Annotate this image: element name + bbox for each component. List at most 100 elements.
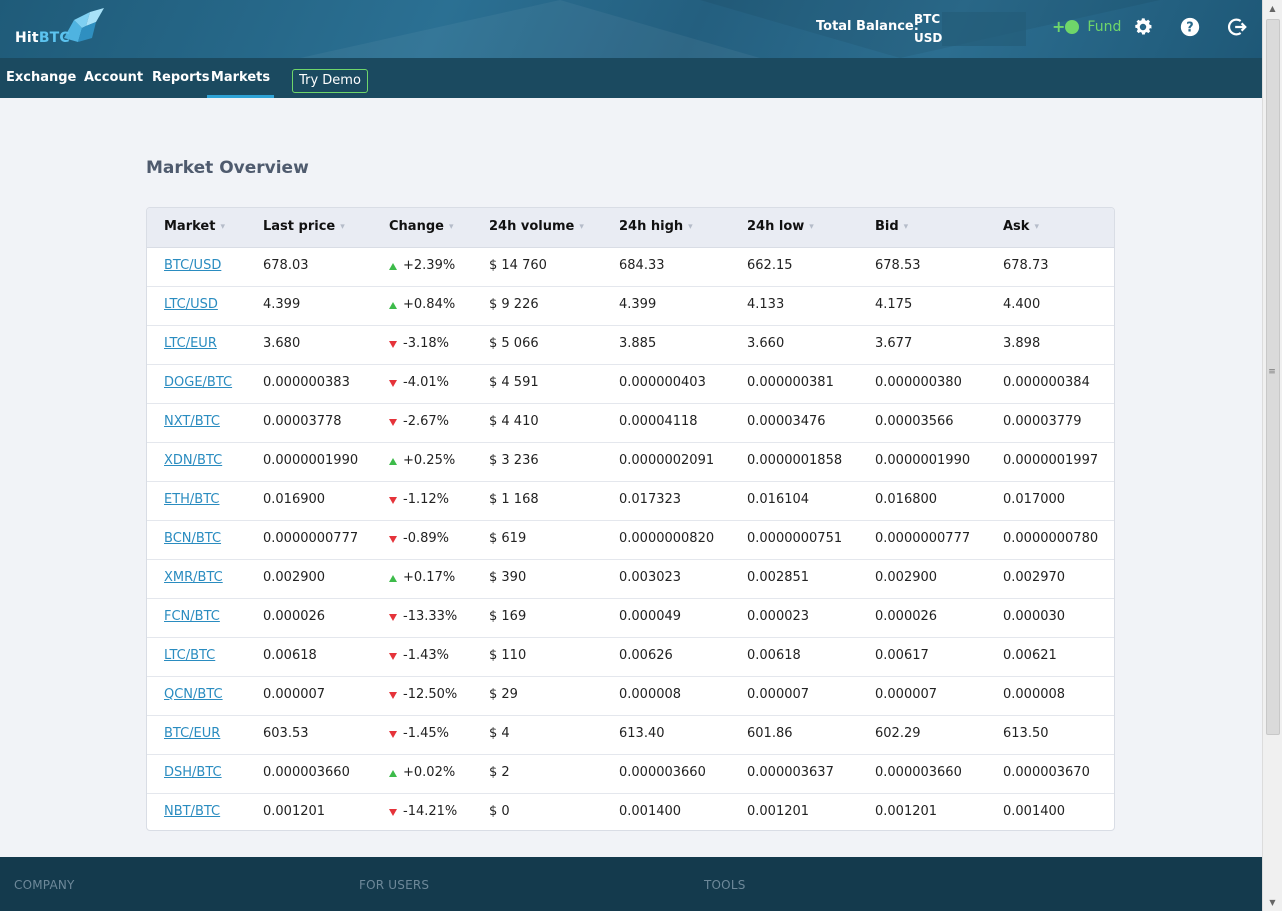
try-demo-button[interactable]: Try Demo (292, 69, 368, 93)
change-value: -14.21% (403, 804, 458, 819)
nav-reports[interactable]: Reports (152, 58, 209, 98)
cell-market[interactable]: BTC/USD (164, 247, 221, 285)
column-header-bid[interactable]: Bid ▾ (875, 208, 908, 247)
column-header-low[interactable]: 24h low ▾ (747, 208, 814, 247)
table-header: Market ▾ Last price ▾ Change ▾ 24h volume ▾ 24h … (147, 208, 1114, 248)
cell-market[interactable]: ETH/BTC (164, 481, 220, 519)
arrow-down-icon (389, 341, 397, 348)
cell-ask: 0.017000 (1003, 492, 1066, 507)
chevron-down-icon: ▾ (688, 222, 693, 232)
change-value: -0.89% (403, 531, 449, 546)
column-header-volume[interactable]: 24h volume ▾ (489, 208, 584, 247)
logo[interactable]: HitBTC (15, 30, 70, 46)
cell-change: -12.50% (389, 676, 457, 714)
cell-market[interactable]: XMR/BTC (164, 559, 223, 597)
column-header-change[interactable]: Change ▾ (389, 208, 453, 247)
cell-market[interactable]: BCN/BTC (164, 520, 221, 558)
scroll-down-icon[interactable]: ▼ (1263, 894, 1282, 911)
fund-label: Fund (1087, 19, 1122, 35)
nav-account[interactable]: Account (84, 58, 143, 98)
cell-high: 0.0000002091 (619, 453, 715, 468)
change-value: -3.18% (403, 336, 449, 351)
chevron-down-icon: ▾ (220, 222, 225, 232)
footer: COMPANY FOR USERS TOOLS (0, 857, 1262, 911)
arrow-up-icon (389, 458, 397, 465)
cell-ask: 0.0000001997 (1003, 453, 1099, 468)
cell-low: 0.000007 (747, 687, 810, 702)
change-value: -4.01% (403, 375, 449, 390)
cell-low: 0.0000000751 (747, 531, 843, 546)
change-value: +0.84% (403, 297, 456, 312)
cell-ask: 678.73 (1003, 258, 1049, 273)
nav-markets[interactable]: Markets (207, 58, 274, 98)
cell-market[interactable]: DOGE/BTC (164, 364, 232, 402)
cell-market[interactable]: NXT/BTC (164, 403, 220, 441)
column-header-high[interactable]: 24h high ▾ (619, 208, 693, 247)
cell-bid: 0.00617 (875, 648, 929, 663)
vertical-scrollbar[interactable]: ▲ ≡ ▼ (1262, 0, 1282, 911)
cell-bid: 0.001201 (875, 804, 938, 819)
arrow-down-icon (389, 653, 397, 660)
cell-high: 613.40 (619, 726, 665, 741)
change-value: +0.17% (403, 570, 456, 585)
cell-ask: 0.0000000780 (1003, 531, 1099, 546)
nav-exchange[interactable]: Exchange (6, 58, 76, 98)
arrow-down-icon (389, 731, 397, 738)
cell-change: +2.39% (389, 247, 455, 285)
footer-for-users-heading: FOR USERS (359, 878, 430, 892)
cell-change: -13.33% (389, 598, 457, 636)
fund-button[interactable]: + Fund (1052, 17, 1121, 37)
help-icon[interactable]: ? (1179, 16, 1201, 38)
table-row: XMR/BTC 0.002900 +0.17% $ 390 0.003023 0.0028… (147, 559, 1114, 599)
logout-icon[interactable] (1226, 16, 1248, 38)
scrollbar-thumb[interactable] (1266, 19, 1280, 735)
cell-volume: $ 1 168 (489, 492, 539, 507)
cell-high: 0.003023 (619, 570, 682, 585)
cell-low: 601.86 (747, 726, 793, 741)
cell-market[interactable]: BTC/EUR (164, 715, 220, 753)
cell-market[interactable]: LTC/USD (164, 286, 218, 324)
cell-market[interactable]: LTC/EUR (164, 325, 217, 363)
arrow-up-icon (389, 302, 397, 309)
column-header-market[interactable]: Market ▾ (164, 208, 225, 247)
chevron-down-icon: ▾ (1034, 222, 1039, 232)
cell-market[interactable]: LTC/BTC (164, 637, 215, 675)
cell-market[interactable]: DSH/BTC (164, 754, 222, 792)
column-header-ask[interactable]: Ask ▾ (1003, 208, 1039, 247)
cell-ask: 0.002970 (1003, 570, 1066, 585)
cell-last-price: 0.016900 (263, 492, 326, 507)
market-table: Market ▾ Last price ▾ Change ▾ 24h volume ▾ 24h … (146, 207, 1115, 831)
cell-change: -0.89% (389, 520, 449, 558)
column-header-label: 24h high (619, 219, 684, 234)
cell-low: 0.002851 (747, 570, 810, 585)
cell-change: -1.43% (389, 637, 449, 675)
cell-market[interactable]: FCN/BTC (164, 598, 220, 636)
cell-low: 0.000003637 (747, 765, 834, 780)
cell-last-price: 603.53 (263, 726, 309, 741)
cell-market[interactable]: NBT/BTC (164, 793, 220, 830)
cell-volume: $ 3 236 (489, 453, 539, 468)
change-value: -12.50% (403, 687, 458, 702)
arrow-down-icon (389, 692, 397, 699)
cell-bid: 0.016800 (875, 492, 938, 507)
arrow-down-icon (389, 497, 397, 504)
table-row: NXT/BTC 0.00003778 -2.67% $ 4 410 0.00004118… (147, 403, 1114, 443)
cell-low: 3.660 (747, 336, 785, 351)
scroll-up-icon[interactable]: ▲ (1263, 0, 1282, 17)
cell-change: +0.25% (389, 442, 455, 480)
arrow-down-icon (389, 536, 397, 543)
table-row: BTC/EUR 603.53 -1.45% $ 4 613.40 601.86 602.29… (147, 715, 1114, 755)
table-row: QCN/BTC 0.000007 -12.50% $ 29 0.000008 0.0000… (147, 676, 1114, 716)
cell-last-price: 0.000026 (263, 609, 326, 624)
cell-low: 0.016104 (747, 492, 810, 507)
cell-market[interactable]: QCN/BTC (164, 676, 223, 714)
cell-last-price: 3.680 (263, 336, 301, 351)
column-header-last-price[interactable]: Last price ▾ (263, 208, 345, 247)
arrow-up-icon (389, 575, 397, 582)
cell-market[interactable]: XDN/BTC (164, 442, 222, 480)
cell-volume: $ 4 (489, 726, 510, 741)
cell-high: 4.399 (619, 297, 657, 312)
column-header-label: Ask (1003, 219, 1030, 234)
gear-icon[interactable] (1132, 16, 1154, 38)
cell-high: 0.000008 (619, 687, 682, 702)
